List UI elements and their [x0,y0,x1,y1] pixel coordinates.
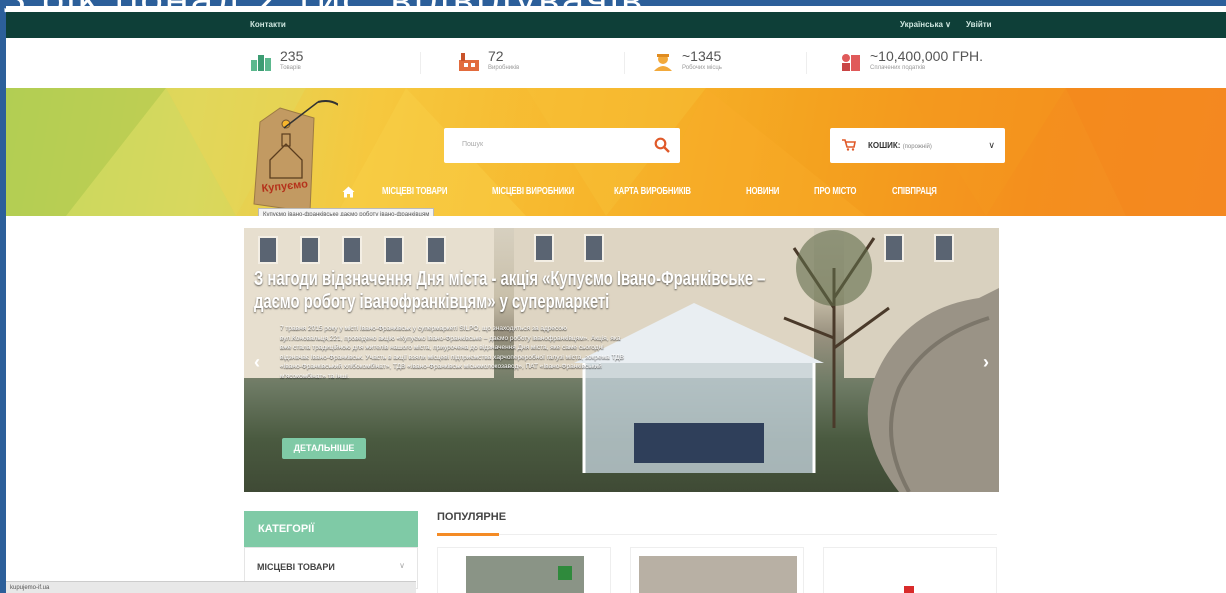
photo-window [258,236,278,264]
product-image-detail [558,566,572,580]
home-icon[interactable] [342,186,355,198]
search-input[interactable]: Пошук [444,128,680,163]
nav-local-products[interactable]: МІСЦЕВІ ТОВАРИ [382,186,447,197]
chevron-down-icon: ∨ [988,140,995,150]
divider [420,52,421,74]
stat-number: 235 [280,48,304,64]
divider [437,534,997,535]
stat-number: ~1345 [682,48,722,64]
prev-arrow-icon[interactable]: ‹ [254,352,260,373]
product-card[interactable] [823,547,997,593]
slide-title: З нагоди відзначення Дня міста - акція «… [254,268,766,313]
language-selector[interactable]: Українська ∨ [900,20,951,29]
stat-label: Сплачених податків [870,65,926,71]
main-nav: МІСЦЕВІ ТОВАРИ МІСЦЕВІ ВИРОБНИКИ КАРТА В… [342,186,982,202]
photo-window [584,234,604,262]
product-card[interactable] [630,547,804,593]
stat-label: Робочих місць [682,65,722,71]
hero-slider: З нагоди відзначення Дня міста - акція «… [244,228,999,492]
chevron-down-icon: ∨ [399,561,405,570]
search-placeholder: Пошук [462,141,484,148]
nav-news[interactable]: НОВИНИ [746,186,779,197]
photo-window [384,236,404,264]
photo-window [342,236,362,264]
photo-sculpture [867,288,999,492]
categories-header: КАТЕГОРІЇ [244,511,418,547]
popular-title: ПОПУЛЯРНЕ [437,511,507,523]
nav-about-city[interactable]: ПРО МІСТО [814,186,856,197]
contacts-link[interactable]: Контакти [250,20,286,29]
browser-status-bar: kupujemo-if.ua [6,581,416,593]
product-image [639,556,797,593]
slide-text: 7 травня 2015 року у місті Івано-Франків… [280,325,624,380]
products-icon [251,55,271,71]
stat-label: Виробників [488,65,520,71]
money-icon [842,54,860,71]
popular-accent [437,533,499,536]
logo-tooltip: Купуємо івано-франківське даємо роботу і… [258,208,435,216]
next-arrow-icon[interactable]: › [983,352,989,373]
stat-number: ~10,400,000 ГРН. [870,48,984,64]
stat-number: 72 [488,48,504,64]
cart-label: КОШИК: (порожній) [868,141,932,150]
top-bar: Контакти Українська ∨ Увійти [6,12,1226,38]
worker-icon [654,54,672,71]
cart-button[interactable]: КОШИК: (порожній) ∨ [830,128,1005,163]
header-banner: Купуємо Купуємо івано-франківське даємо … [6,88,1226,216]
nav-producers-map[interactable]: КАРТА ВИРОБНИКІВ [614,186,691,197]
product-image [904,586,914,593]
photo-window [934,234,954,262]
nav-local-producers[interactable]: МІСЦЕВІ ВИРОБНИКИ [492,186,574,197]
divider [624,52,625,74]
details-button[interactable]: ДЕТАЛЬНІШЕ [282,438,366,459]
cart-icon [842,139,856,151]
photo-window [300,236,320,264]
browser-page: Контакти Українська ∨ Увійти 235 Товарів… [6,6,1226,593]
product-card[interactable] [437,547,611,593]
nav-cooperation[interactable]: СПІВПРАЦЯ [892,186,937,197]
stat-label: Товарів [280,65,301,71]
factory-icon [459,53,479,71]
photo-window [534,234,554,262]
divider [806,52,807,74]
sidebar-item-label: МІСЦЕВІ ТОВАРИ [257,562,335,572]
login-link[interactable]: Увійти [966,20,992,29]
logo-tag[interactable]: Купуємо [248,100,338,216]
search-icon[interactable] [654,137,670,153]
photo-window [426,236,446,264]
stats-bar: 235 Товарів 72 Виробників ~1345 Робочих … [6,38,1226,88]
